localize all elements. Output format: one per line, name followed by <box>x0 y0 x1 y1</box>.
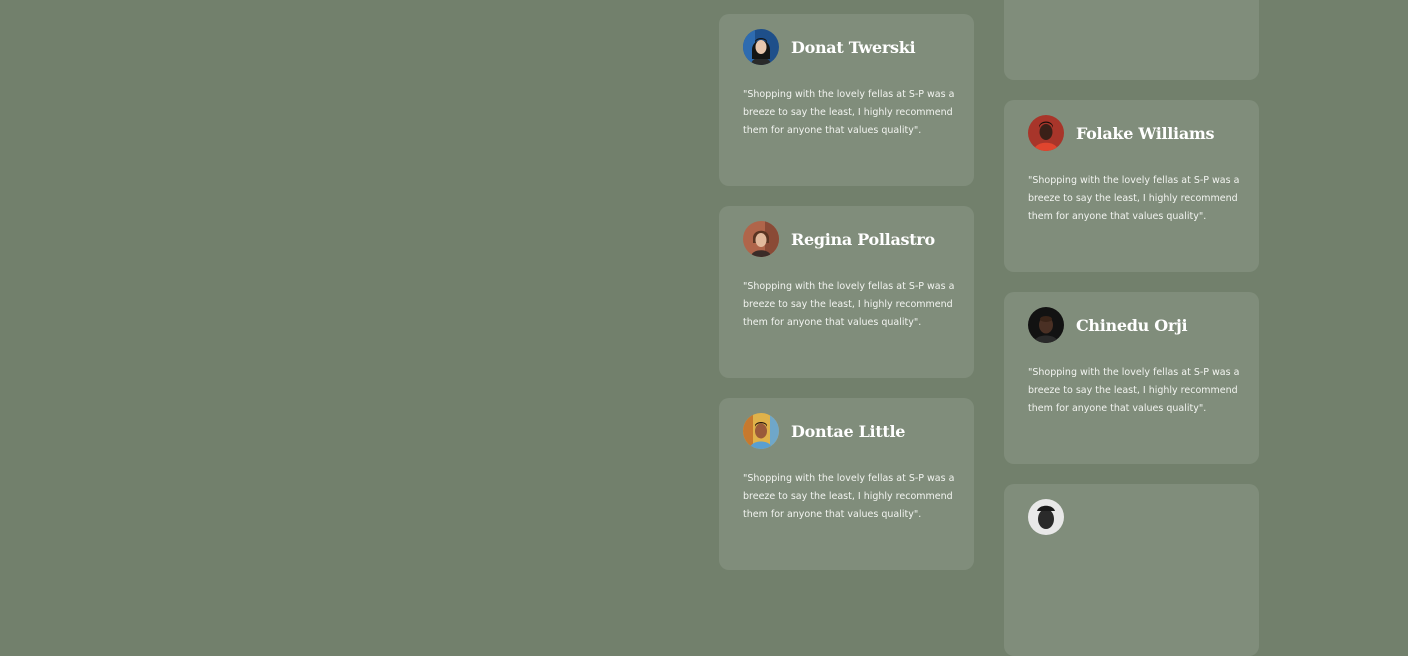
reviewer-name: Donat Twerski <box>791 38 916 57</box>
testimonial-card-partial-bottom <box>1004 484 1259 656</box>
avatar <box>1028 115 1064 151</box>
testimonial-card: Dontae Little "Shopping with the lovely … <box>719 398 974 570</box>
avatar <box>1028 307 1064 343</box>
testimonial-quote: "Shopping with the lovely fellas at S-P … <box>743 281 955 328</box>
testimonial-quote: "Shopping with the lovely fellas at S-P … <box>743 89 955 136</box>
testimonial-quote: "Shopping with the lovely fellas at S-P … <box>1028 367 1240 414</box>
avatar <box>1028 499 1064 535</box>
avatar <box>743 29 779 65</box>
testimonial-card-partial-top <box>1004 0 1259 80</box>
reviewer-name: Dontae Little <box>791 422 906 441</box>
reviewer-name: Chinedu Orji <box>1076 316 1188 335</box>
avatar <box>743 413 779 449</box>
avatar <box>743 221 779 257</box>
testimonial-card: Regina Pollastro "Shopping with the love… <box>719 206 974 378</box>
reviewer-name: Regina Pollastro <box>791 230 935 249</box>
testimonial-quote: "Shopping with the lovely fellas at S-P … <box>1028 175 1240 222</box>
testimonial-card: Donat Twerski "Shopping with the lovely … <box>719 14 974 186</box>
testimonial-card: Folake Williams "Shopping with the lovel… <box>1004 100 1259 272</box>
testimonial-card: Chinedu Orji "Shopping with the lovely f… <box>1004 292 1259 464</box>
testimonial-quote: "Shopping with the lovely fellas at S-P … <box>743 473 955 520</box>
reviewer-name: Folake Williams <box>1076 124 1215 143</box>
